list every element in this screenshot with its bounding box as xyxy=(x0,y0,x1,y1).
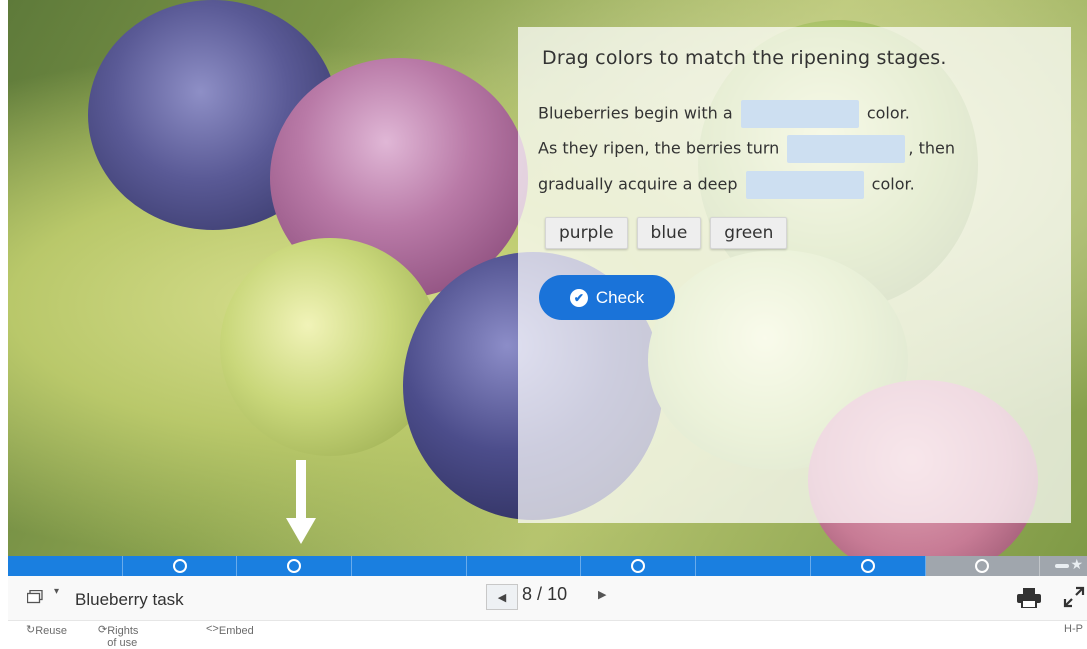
prev-arrow-icon: ◀ xyxy=(497,590,507,604)
progress-segment-7[interactable] xyxy=(696,556,811,576)
next-arrow-icon: ▶ xyxy=(598,588,607,601)
reuse-link[interactable]: ↻ Reuse xyxy=(26,623,67,637)
down-arrow-icon xyxy=(286,460,316,544)
rights-of-use-link[interactable]: ⟳ Rights of use xyxy=(98,623,138,649)
next-slide-button[interactable]: ▶ xyxy=(598,588,606,601)
current-page: 8 xyxy=(522,584,533,604)
progress-dot xyxy=(860,559,875,573)
progress-segment-8[interactable] xyxy=(811,556,926,576)
sentence-line: Blueberries begin with a color. xyxy=(538,100,910,128)
check-button[interactable]: ✔ Check xyxy=(539,275,675,320)
star-icon: ★ xyxy=(1070,557,1083,573)
page-separator: / xyxy=(537,584,543,604)
h5p-logo[interactable]: H-P xyxy=(1064,623,1083,635)
sentence-line: gradually acquire a deep color. xyxy=(538,171,915,199)
progress-segment-10[interactable]: ★ xyxy=(1040,556,1087,576)
progress-segment-9[interactable] xyxy=(925,556,1041,576)
drop-zone-2[interactable] xyxy=(787,135,906,163)
presentation-footer: ▾ Blueberry task ◀ 8 / 10 ▶ xyxy=(8,576,1087,621)
sentence-text: , then xyxy=(908,138,955,158)
total-pages: 10 xyxy=(547,584,568,604)
progress-segment-5[interactable] xyxy=(467,556,582,576)
sentence-line: As they ripen, the berries turn , then xyxy=(538,135,955,163)
presentation-title: Blueberry task xyxy=(75,590,184,609)
progress-dot xyxy=(287,559,302,573)
progress-dot xyxy=(172,559,187,573)
fullscreen-icon[interactable] xyxy=(1063,586,1085,608)
slides-icon[interactable] xyxy=(27,590,43,604)
embed-link[interactable]: <> Embed xyxy=(206,623,254,637)
summary-bar-icon xyxy=(1055,564,1069,568)
sentence-text: color. xyxy=(871,174,915,194)
rights-label: Rights of use xyxy=(107,625,139,649)
task-question: Drag colors to match the ripening stages… xyxy=(542,47,947,69)
progress-dot xyxy=(631,559,646,573)
draggable-word-blue[interactable]: blue xyxy=(636,217,702,249)
page-indicator: 8 / 10 xyxy=(522,584,567,605)
drop-zone-1[interactable] xyxy=(740,100,859,128)
sentence-text: gradually acquire a deep xyxy=(538,174,738,194)
embed-label: Embed xyxy=(218,625,254,637)
h5p-meta-bar: ↻ Reuse ⟳ Rights of use <> Embed H-P xyxy=(8,621,1087,649)
reuse-label: Reuse xyxy=(35,625,68,637)
print-icon[interactable] xyxy=(1017,588,1041,608)
sentence-text: As they ripen, the berries turn xyxy=(538,138,780,158)
draggable-word-purple[interactable]: purple xyxy=(545,217,628,249)
check-button-label: Check xyxy=(595,287,645,307)
previous-slide-button[interactable]: ◀ xyxy=(486,584,518,610)
progress-segment-2[interactable] xyxy=(123,556,238,576)
draggable-word-green[interactable]: green xyxy=(710,217,788,249)
progress-dot xyxy=(975,559,990,573)
drag-the-words-panel: Drag colors to match the ripening stages… xyxy=(518,27,1071,523)
progress-segment-1[interactable] xyxy=(8,556,123,576)
drop-zone-3[interactable] xyxy=(745,171,864,199)
blueberry-image xyxy=(220,238,440,456)
progress-segment-6[interactable] xyxy=(581,556,697,576)
slide-progress-bar: ★ xyxy=(8,556,1087,576)
progress-segment-4[interactable] xyxy=(352,556,467,576)
sentence-text: color. xyxy=(866,103,910,123)
check-circle-icon: ✔ xyxy=(569,288,588,307)
draggable-words: purple blue green xyxy=(545,217,788,249)
sentence-text: Blueberries begin with a xyxy=(538,103,733,123)
caret-icon[interactable]: ▾ xyxy=(54,586,59,597)
progress-segment-3[interactable] xyxy=(237,556,353,576)
